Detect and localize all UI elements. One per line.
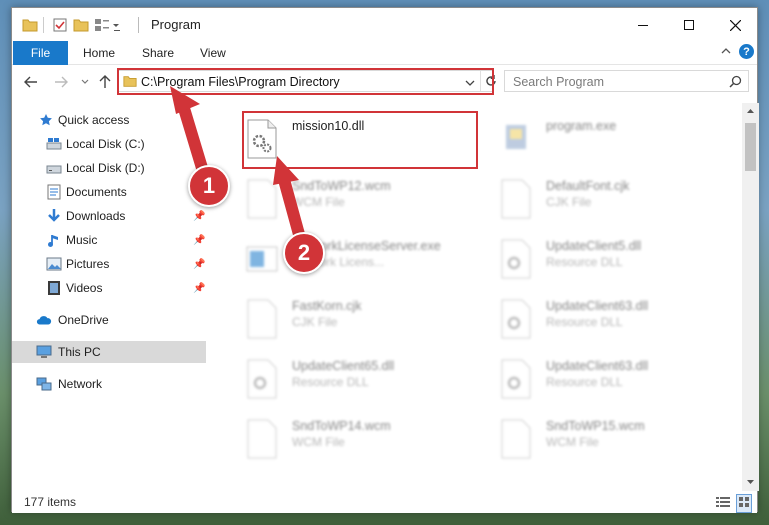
callout-arrows	[170, 86, 306, 244]
callout-badge-2: 2	[283, 232, 325, 274]
callout-badge-1: 1	[188, 165, 230, 207]
